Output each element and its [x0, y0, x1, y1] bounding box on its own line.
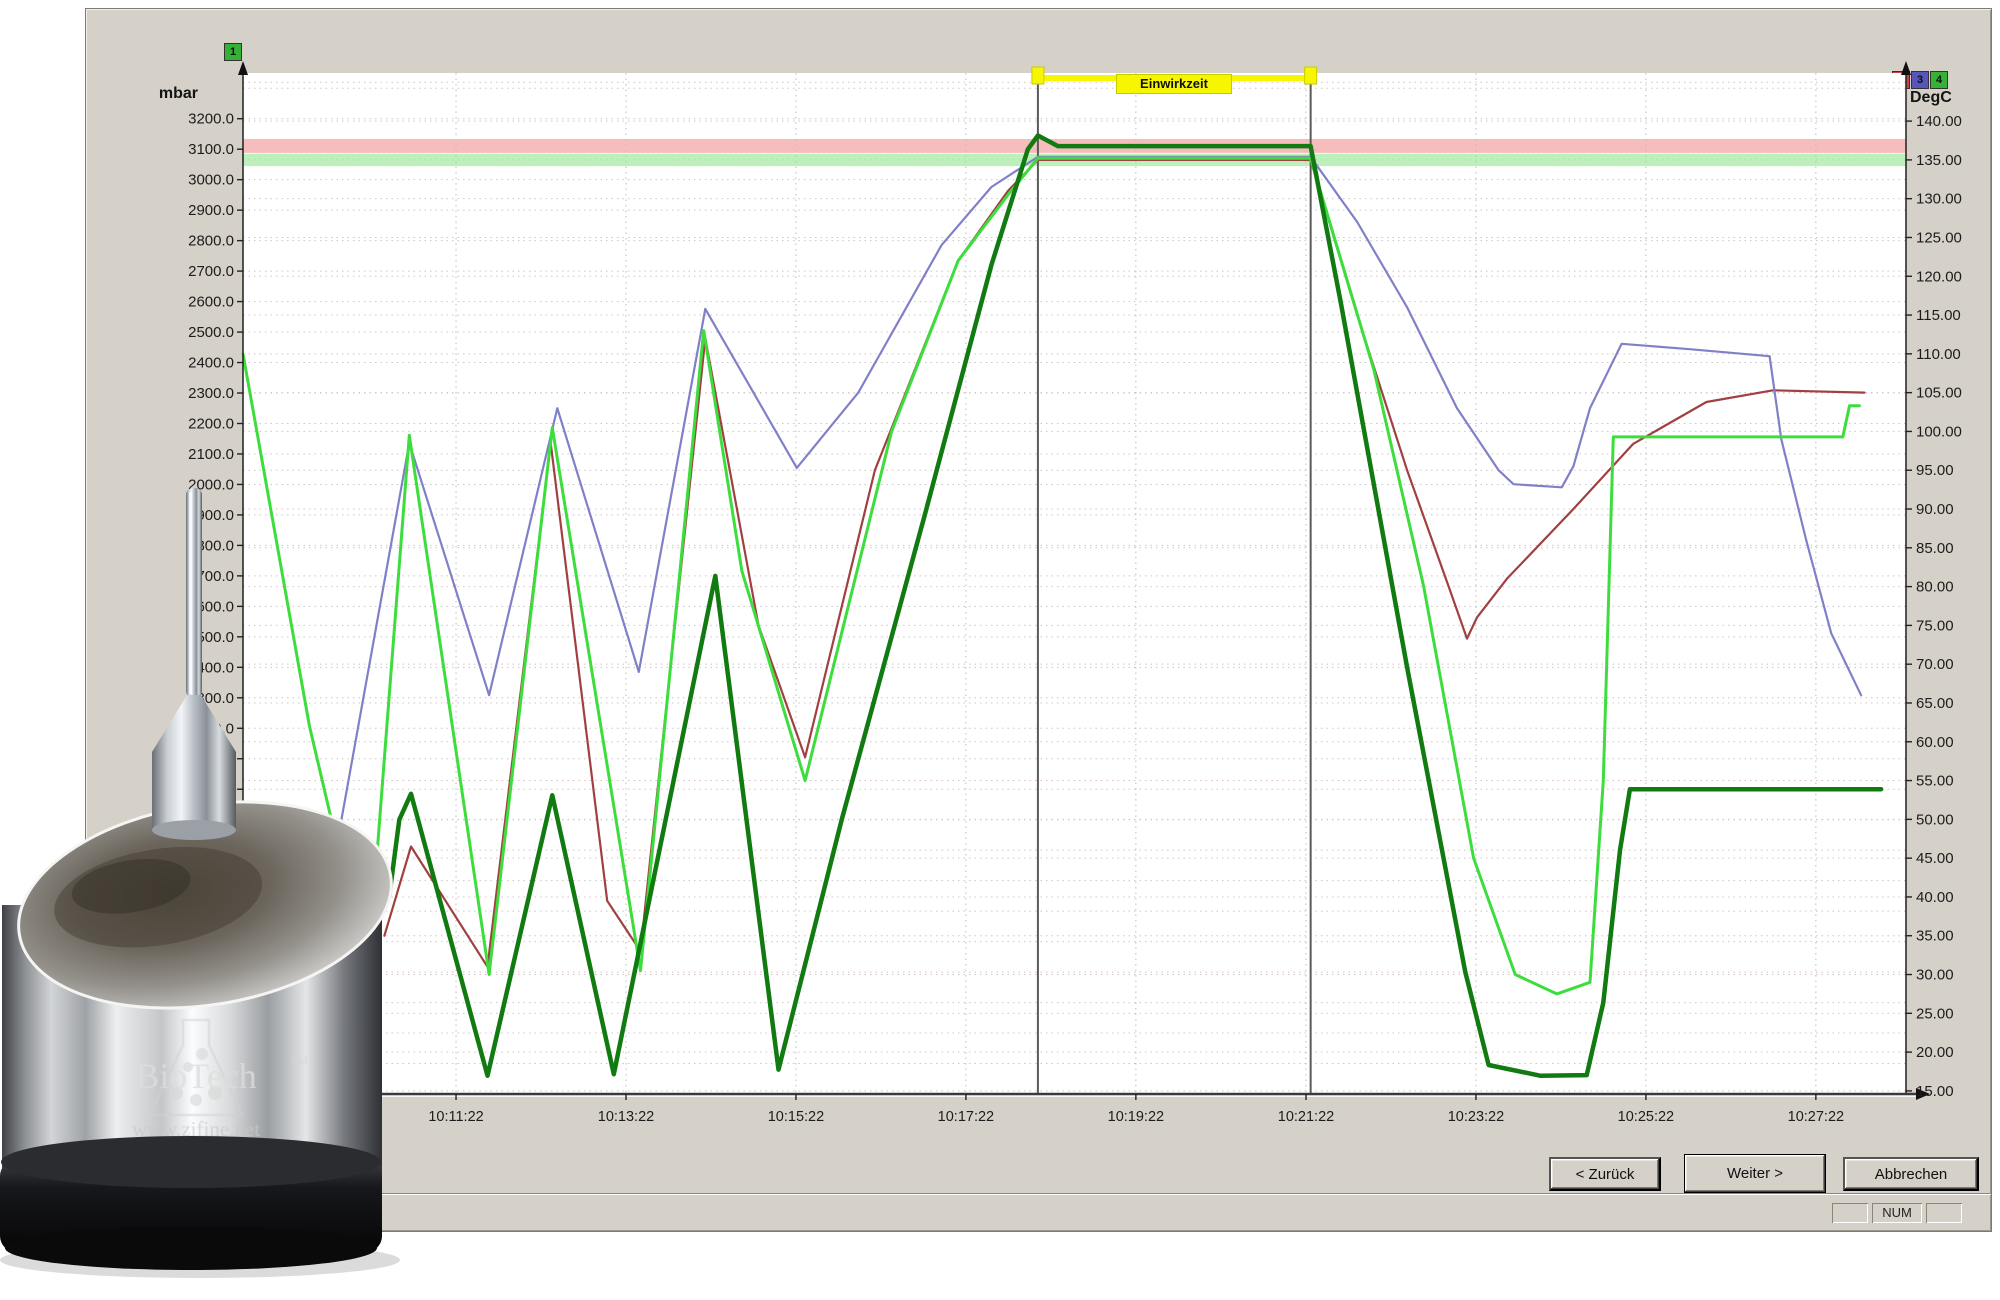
left-tick-label: 2900.0: [188, 202, 234, 219]
left-tick-label: 2200.0: [188, 415, 234, 432]
left-tick-label: 2000.0: [188, 476, 234, 493]
trend-chart: 3200.0 3100.0 3000.0 2900.0 2800.0 2700.0 2600…: [86, 9, 1991, 1231]
left-tick-label: 1200.0: [188, 720, 234, 737]
left-tick-label: 2600.0: [188, 294, 234, 311]
left-tick-label: 3200.0: [188, 111, 234, 128]
x-tick-label: 10:25:22: [1618, 1109, 1674, 1125]
right-tick-label: 65.00: [1916, 695, 1954, 712]
left-tick-label: 1600.0: [188, 598, 234, 615]
right-tick-label: 135.00: [1916, 152, 1962, 169]
left-tick-label: 1900.0: [188, 507, 234, 524]
left-tick-label: 1000.0: [188, 781, 234, 798]
right-tick-label: 100.00: [1916, 423, 1962, 440]
right-tick-label: 35.00: [1916, 928, 1954, 945]
right-tick-label: 40.00: [1916, 889, 1954, 906]
right-tick-label: 120.00: [1916, 268, 1962, 285]
left-tick-label: 1300.0: [188, 690, 234, 707]
right-axis-arrow-icon: [1901, 61, 1911, 75]
x-tick-label: 10:11:22: [428, 1109, 483, 1125]
right-tick-label: 45.00: [1916, 850, 1954, 867]
logger-shadow: [0, 1242, 400, 1278]
left-tick-label: 900.0: [196, 812, 234, 829]
right-tick-label: 125.00: [1916, 229, 1962, 246]
right-tick-label: 70.00: [1916, 656, 1954, 673]
right-tick-label: 140.00: [1916, 113, 1962, 130]
right-tick-label: 95.00: [1916, 462, 1954, 479]
x-tick-label: 10:23:22: [1448, 1109, 1504, 1125]
right-tick-label: 80.00: [1916, 579, 1954, 596]
right-tick-label: 15.00: [1916, 1083, 1954, 1100]
right-tick-label: 115.00: [1916, 307, 1961, 324]
right-tick-label: 30.00: [1916, 967, 1954, 984]
cursor-handle[interactable]: [1305, 67, 1317, 84]
right-tick-label: 75.00: [1916, 617, 1954, 634]
left-tick-label: 2300.0: [188, 385, 234, 402]
right-tick-label: 60.00: [1916, 734, 1954, 751]
x-tick-label: 10:15:22: [768, 1109, 824, 1125]
left-tick-label: 1100.0: [189, 751, 234, 768]
wizard-window: 3200.0 3100.0 3000.0 2900.0 2800.0 2700.0 2600…: [85, 8, 1992, 1232]
left-tick-label: 2800.0: [188, 233, 234, 250]
right-tick-label: 90.00: [1916, 501, 1954, 518]
left-tick-label: 2500.0: [188, 324, 234, 341]
right-tick-label: 85.00: [1916, 540, 1954, 557]
right-tick-label: 110.00: [1916, 346, 1961, 363]
right-tick-label: 105.00: [1916, 385, 1962, 402]
left-tick-label: 3000.0: [188, 172, 234, 189]
right-tick-label: 20.00: [1916, 1044, 1954, 1061]
x-tick-label: 10:17:22: [938, 1109, 994, 1125]
right-tick-label: 25.00: [1916, 1005, 1954, 1022]
left-axis-arrow-icon: [238, 61, 248, 75]
page: 3200.0 3100.0 3000.0 2900.0 2800.0 2700.0 2600…: [0, 0, 2000, 1300]
left-tick-label: 2700.0: [188, 263, 234, 280]
right-tick-label: 50.00: [1916, 811, 1954, 828]
right-tick-label: 130.00: [1916, 191, 1962, 208]
right-tick-label: 55.00: [1916, 773, 1954, 790]
x-tick-label: 10:19:22: [1108, 1109, 1164, 1125]
left-tick-label: 1400.0: [188, 659, 234, 676]
x-tick-label: 10:13:22: [598, 1109, 654, 1125]
left-tick-label: 3100.0: [188, 141, 234, 158]
cursor-handle[interactable]: [1032, 67, 1044, 84]
left-tick-label: 1700.0: [188, 568, 234, 585]
x-tick-label: 10:27:22: [1788, 1109, 1844, 1125]
holding-time-label: Einwirkzeit: [1116, 74, 1232, 94]
left-tick-label: 1500.0: [188, 629, 234, 646]
left-tick-label: 2400.0: [188, 355, 234, 372]
left-tick-label: 1800.0: [188, 537, 234, 554]
x-tick-label: 10:21:22: [1278, 1109, 1334, 1125]
left-tick-label: 2100.0: [188, 446, 234, 463]
